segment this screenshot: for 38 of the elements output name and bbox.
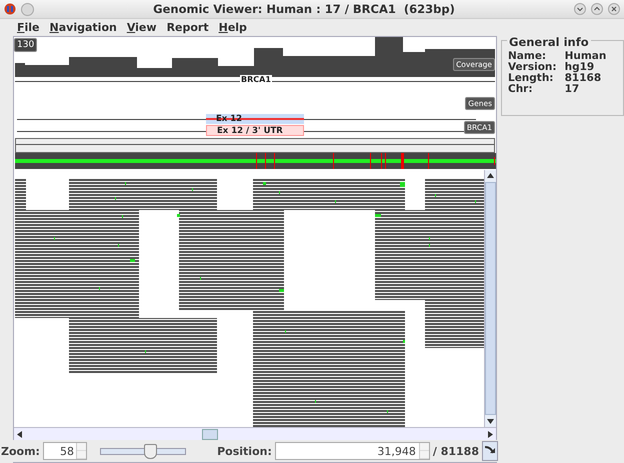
- position-label: Position:: [217, 444, 272, 458]
- menu-item[interactable]: View: [126, 21, 157, 34]
- exon-feature: Ex 12 / 3' UTR: [206, 125, 304, 136]
- menu-item[interactable]: File: [17, 21, 40, 34]
- field-label: Chr:: [508, 84, 533, 95]
- menu-item[interactable]: Help: [218, 21, 247, 34]
- close-button[interactable]: [608, 3, 620, 15]
- field-value: Human: [564, 51, 608, 62]
- menu-item[interactable]: Report: [166, 21, 209, 34]
- field-label: Length:: [508, 73, 554, 84]
- scroll-left-icon[interactable]: [17, 430, 22, 438]
- field-value: hg19: [564, 62, 596, 73]
- window-title: Genomic Viewer: Human : 17 / BRCA1 (623bp): [152, 2, 456, 16]
- maximize-button[interactable]: [591, 3, 603, 15]
- zoom-label: Zoom:: [1, 444, 40, 458]
- vertical-scrollbar[interactable]: [484, 170, 496, 427]
- total-length: / 81188: [432, 444, 479, 458]
- gene-label: BRCA1: [240, 75, 272, 84]
- scroll-down-icon[interactable]: [487, 419, 494, 424]
- zoom-spinner[interactable]: 58: [42, 442, 87, 460]
- coverage-max-label: 130: [14, 38, 38, 52]
- field-value: 81168: [564, 73, 602, 84]
- menu-item[interactable]: Navigation: [50, 21, 117, 34]
- exon-feature: Ex 12: [206, 114, 304, 124]
- scroll-right-icon[interactable]: [488, 430, 493, 438]
- scroll-thumb[interactable]: [485, 182, 496, 415]
- field-label: Name:: [508, 51, 548, 62]
- app-icon: [4, 3, 16, 15]
- field-value: 17: [564, 84, 580, 95]
- slider-thumb[interactable]: [144, 444, 157, 458]
- minimize-button[interactable]: [574, 3, 586, 15]
- position-spinner[interactable]: 31,948: [274, 442, 430, 460]
- jump-button[interactable]: [482, 441, 498, 461]
- scroll-thumb[interactable]: [202, 429, 218, 440]
- scroll-up-icon[interactable]: [487, 173, 494, 178]
- field-label: Version:: [508, 62, 557, 73]
- horizontal-scrollbar[interactable]: [14, 427, 496, 440]
- panel-title: General info: [507, 35, 591, 49]
